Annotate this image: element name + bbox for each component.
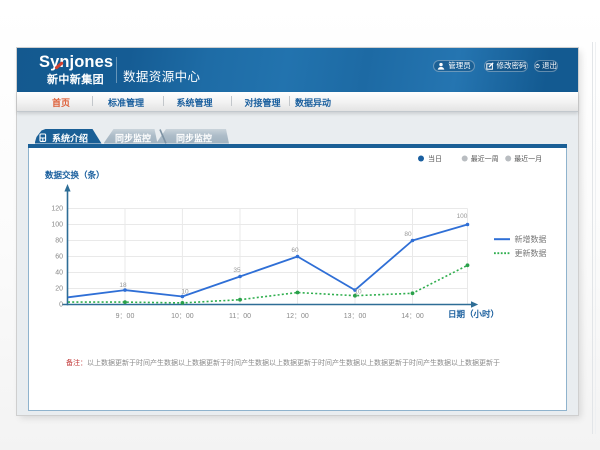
- svg-text:最近一周: 最近一周: [471, 154, 499, 163]
- svg-text:10: 10: [354, 289, 362, 296]
- svg-text:最近一月: 最近一月: [514, 154, 542, 163]
- svg-text:10: 10: [181, 289, 189, 296]
- svg-text:80: 80: [55, 238, 63, 245]
- svg-text:60: 60: [291, 247, 299, 254]
- svg-text:40: 40: [55, 270, 63, 277]
- svg-text:13：00: 13：00: [344, 313, 367, 320]
- svg-text:10：00: 10：00: [171, 313, 194, 320]
- svg-text:日期（小时）: 日期（小时）: [448, 309, 499, 319]
- svg-text:新增数据: 新增数据: [515, 234, 547, 244]
- svg-text:35: 35: [233, 267, 241, 274]
- svg-text:100: 100: [457, 213, 468, 220]
- svg-text:80: 80: [404, 231, 412, 238]
- svg-text:9：00: 9：00: [116, 313, 135, 320]
- svg-text:60: 60: [55, 254, 63, 261]
- svg-text:120: 120: [51, 206, 63, 213]
- svg-text:100: 100: [51, 222, 63, 229]
- svg-text:0: 0: [59, 302, 63, 309]
- svg-text:12：00: 12：00: [286, 313, 309, 320]
- svg-text:同步监控: 同步监控: [176, 133, 212, 144]
- svg-text:11：00: 11：00: [229, 313, 251, 320]
- svg-text:18: 18: [119, 282, 127, 289]
- svg-text:数据交换（条）: 数据交换（条）: [45, 170, 105, 180]
- svg-text:同步监控: 同步监控: [115, 133, 151, 144]
- svg-text:更新数据: 更新数据: [515, 248, 547, 258]
- svg-text:当日: 当日: [428, 154, 442, 163]
- svg-text:14：00: 14：00: [401, 313, 424, 320]
- svg-text:系统介绍: 系统介绍: [52, 133, 88, 144]
- svg-text:20: 20: [55, 286, 63, 293]
